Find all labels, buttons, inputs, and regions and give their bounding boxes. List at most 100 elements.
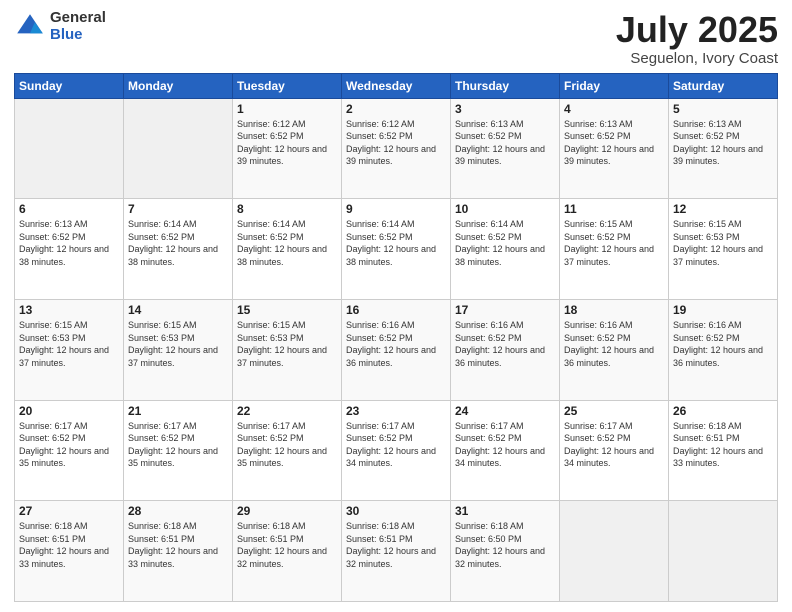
day-number: 15 xyxy=(237,303,337,317)
main-title: July 2025 xyxy=(616,10,778,50)
calendar-cell: 31 Sunrise: 6:18 AM Sunset: 6:50 PM Dayli… xyxy=(451,501,560,602)
day-number: 6 xyxy=(19,202,119,216)
logo-general: General xyxy=(50,10,106,27)
calendar-cell: 6Sunrise: 6:13 AM Sunset: 6:52 PM Daylig… xyxy=(15,199,124,300)
day-info: Sunrise: 6:13 AM Sunset: 6:52 PM Dayligh… xyxy=(455,118,555,168)
day-number: 26 xyxy=(673,404,773,418)
day-number: 21 xyxy=(128,404,228,418)
day-number: 12 xyxy=(673,202,773,216)
title-section: July 2025 Seguelon, Ivory Coast xyxy=(616,10,778,67)
calendar-cell: 16 Sunrise: 6:16 AM Sunset: 6:52 PM Dayli… xyxy=(342,299,451,400)
calendar-cell xyxy=(124,98,233,199)
calendar-cell: 24 Sunrise: 6:17 AM Sunset: 6:52 PM Dayli… xyxy=(451,400,560,501)
logo-blue: Blue xyxy=(50,27,106,44)
calendar-cell: 2 Sunrise: 6:12 AM Sunset: 6:52 PM Daylig… xyxy=(342,98,451,199)
calendar-cell: 22 Sunrise: 6:17 AM Sunset: 6:52 PM Dayli… xyxy=(233,400,342,501)
day-number: 20 xyxy=(19,404,119,418)
day-info: Sunrise: 6:13 AM Sunset: 6:52 PM Dayligh… xyxy=(564,118,664,168)
day-info: Sunrise: 6:18 AM Sunset: 6:51 PM Dayligh… xyxy=(673,420,773,470)
calendar-table: SundayMondayTuesdayWednesdayThursdayFrid… xyxy=(14,73,778,602)
calendar-week-4: 20 Sunrise: 6:17 AM Sunset: 6:52 PM Dayli… xyxy=(15,400,778,501)
weekday-header-wednesday: Wednesday xyxy=(342,73,451,98)
calendar-cell: 10 Sunrise: 6:14 AM Sunset: 6:52 PM Dayli… xyxy=(451,199,560,300)
logo: General Blue xyxy=(14,10,106,43)
calendar-cell: 21 Sunrise: 6:17 AM Sunset: 6:52 PM Dayli… xyxy=(124,400,233,501)
calendar-cell: 28 Sunrise: 6:18 AM Sunset: 6:51 PM Dayli… xyxy=(124,501,233,602)
day-info: Sunrise: 6:17 AM Sunset: 6:52 PM Dayligh… xyxy=(346,420,446,470)
day-info: Sunrise: 6:17 AM Sunset: 6:52 PM Dayligh… xyxy=(237,420,337,470)
calendar-cell: 23 Sunrise: 6:17 AM Sunset: 6:52 PM Dayli… xyxy=(342,400,451,501)
header: General Blue July 2025 Seguelon, Ivory C… xyxy=(14,10,778,67)
day-number: 16 xyxy=(346,303,446,317)
page: General Blue July 2025 Seguelon, Ivory C… xyxy=(0,0,792,612)
day-number: 31 xyxy=(455,504,555,518)
calendar-cell xyxy=(560,501,669,602)
day-info: Sunrise: 6:15 AM Sunset: 6:52 PM Dayligh… xyxy=(564,218,664,268)
day-info: Sunrise: 6:12 AM Sunset: 6:52 PM Dayligh… xyxy=(346,118,446,168)
weekday-header-sunday: Sunday xyxy=(15,73,124,98)
day-number: 4 xyxy=(564,102,664,116)
calendar-cell: 5Sunrise: 6:13 AM Sunset: 6:52 PM Daylig… xyxy=(669,98,778,199)
day-number: 9 xyxy=(346,202,446,216)
day-number: 24 xyxy=(455,404,555,418)
calendar-cell xyxy=(15,98,124,199)
calendar-cell: 19 Sunrise: 6:16 AM Sunset: 6:52 PM Dayli… xyxy=(669,299,778,400)
day-info: Sunrise: 6:14 AM Sunset: 6:52 PM Dayligh… xyxy=(455,218,555,268)
calendar-cell: 7Sunrise: 6:14 AM Sunset: 6:52 PM Daylig… xyxy=(124,199,233,300)
calendar-cell: 15 Sunrise: 6:15 AM Sunset: 6:53 PM Dayli… xyxy=(233,299,342,400)
day-info: Sunrise: 6:17 AM Sunset: 6:52 PM Dayligh… xyxy=(455,420,555,470)
day-number: 17 xyxy=(455,303,555,317)
calendar-week-5: 27 Sunrise: 6:18 AM Sunset: 6:51 PM Dayli… xyxy=(15,501,778,602)
calendar-cell: 18 Sunrise: 6:16 AM Sunset: 6:52 PM Dayli… xyxy=(560,299,669,400)
day-number: 13 xyxy=(19,303,119,317)
calendar-cell: 12 Sunrise: 6:15 AM Sunset: 6:53 PM Dayli… xyxy=(669,199,778,300)
calendar-cell: 14Sunrise: 6:15 AM Sunset: 6:53 PM Dayli… xyxy=(124,299,233,400)
calendar-cell: 25 Sunrise: 6:17 AM Sunset: 6:52 PM Dayli… xyxy=(560,400,669,501)
day-info: Sunrise: 6:15 AM Sunset: 6:53 PM Dayligh… xyxy=(673,218,773,268)
day-number: 11 xyxy=(564,202,664,216)
day-info: Sunrise: 6:18 AM Sunset: 6:51 PM Dayligh… xyxy=(346,520,446,570)
day-info: Sunrise: 6:18 AM Sunset: 6:51 PM Dayligh… xyxy=(19,520,119,570)
day-number: 22 xyxy=(237,404,337,418)
day-info: Sunrise: 6:16 AM Sunset: 6:52 PM Dayligh… xyxy=(346,319,446,369)
day-number: 19 xyxy=(673,303,773,317)
day-number: 23 xyxy=(346,404,446,418)
calendar-cell: 30 Sunrise: 6:18 AM Sunset: 6:51 PM Dayli… xyxy=(342,501,451,602)
logo-icon xyxy=(14,11,46,43)
weekday-header-row: SundayMondayTuesdayWednesdayThursdayFrid… xyxy=(15,73,778,98)
calendar-week-3: 13 Sunrise: 6:15 AM Sunset: 6:53 PM Dayli… xyxy=(15,299,778,400)
day-info: Sunrise: 6:16 AM Sunset: 6:52 PM Dayligh… xyxy=(673,319,773,369)
subtitle: Seguelon, Ivory Coast xyxy=(616,50,778,67)
day-number: 29 xyxy=(237,504,337,518)
day-info: Sunrise: 6:15 AM Sunset: 6:53 PM Dayligh… xyxy=(237,319,337,369)
day-info: Sunrise: 6:17 AM Sunset: 6:52 PM Dayligh… xyxy=(564,420,664,470)
weekday-header-tuesday: Tuesday xyxy=(233,73,342,98)
logo-text: General Blue xyxy=(50,10,106,43)
day-number: 8 xyxy=(237,202,337,216)
calendar-cell: 13Sunrise: 6:15 AM Sunset: 6:53 PM Dayli… xyxy=(15,299,124,400)
day-info: Sunrise: 6:14 AM Sunset: 6:52 PM Dayligh… xyxy=(346,218,446,268)
day-number: 14 xyxy=(128,303,228,317)
day-number: 18 xyxy=(564,303,664,317)
calendar-cell: 1Sunrise: 6:12 AM Sunset: 6:52 PM Daylig… xyxy=(233,98,342,199)
calendar-cell: 17Sunrise: 6:16 AM Sunset: 6:52 PM Dayli… xyxy=(451,299,560,400)
day-number: 7 xyxy=(128,202,228,216)
calendar-cell: 3 Sunrise: 6:13 AM Sunset: 6:52 PM Daylig… xyxy=(451,98,560,199)
day-number: 2 xyxy=(346,102,446,116)
day-number: 28 xyxy=(128,504,228,518)
day-number: 30 xyxy=(346,504,446,518)
day-info: Sunrise: 6:18 AM Sunset: 6:50 PM Dayligh… xyxy=(455,520,555,570)
day-number: 27 xyxy=(19,504,119,518)
weekday-header-thursday: Thursday xyxy=(451,73,560,98)
day-info: Sunrise: 6:16 AM Sunset: 6:52 PM Dayligh… xyxy=(564,319,664,369)
day-info: Sunrise: 6:17 AM Sunset: 6:52 PM Dayligh… xyxy=(19,420,119,470)
day-info: Sunrise: 6:18 AM Sunset: 6:51 PM Dayligh… xyxy=(128,520,228,570)
calendar-cell xyxy=(669,501,778,602)
day-info: Sunrise: 6:17 AM Sunset: 6:52 PM Dayligh… xyxy=(128,420,228,470)
calendar-cell: 11 Sunrise: 6:15 AM Sunset: 6:52 PM Dayli… xyxy=(560,199,669,300)
day-number: 10 xyxy=(455,202,555,216)
day-number: 25 xyxy=(564,404,664,418)
calendar-cell: 9 Sunrise: 6:14 AM Sunset: 6:52 PM Daylig… xyxy=(342,199,451,300)
day-number: 3 xyxy=(455,102,555,116)
calendar-cell: 27 Sunrise: 6:18 AM Sunset: 6:51 PM Dayli… xyxy=(15,501,124,602)
